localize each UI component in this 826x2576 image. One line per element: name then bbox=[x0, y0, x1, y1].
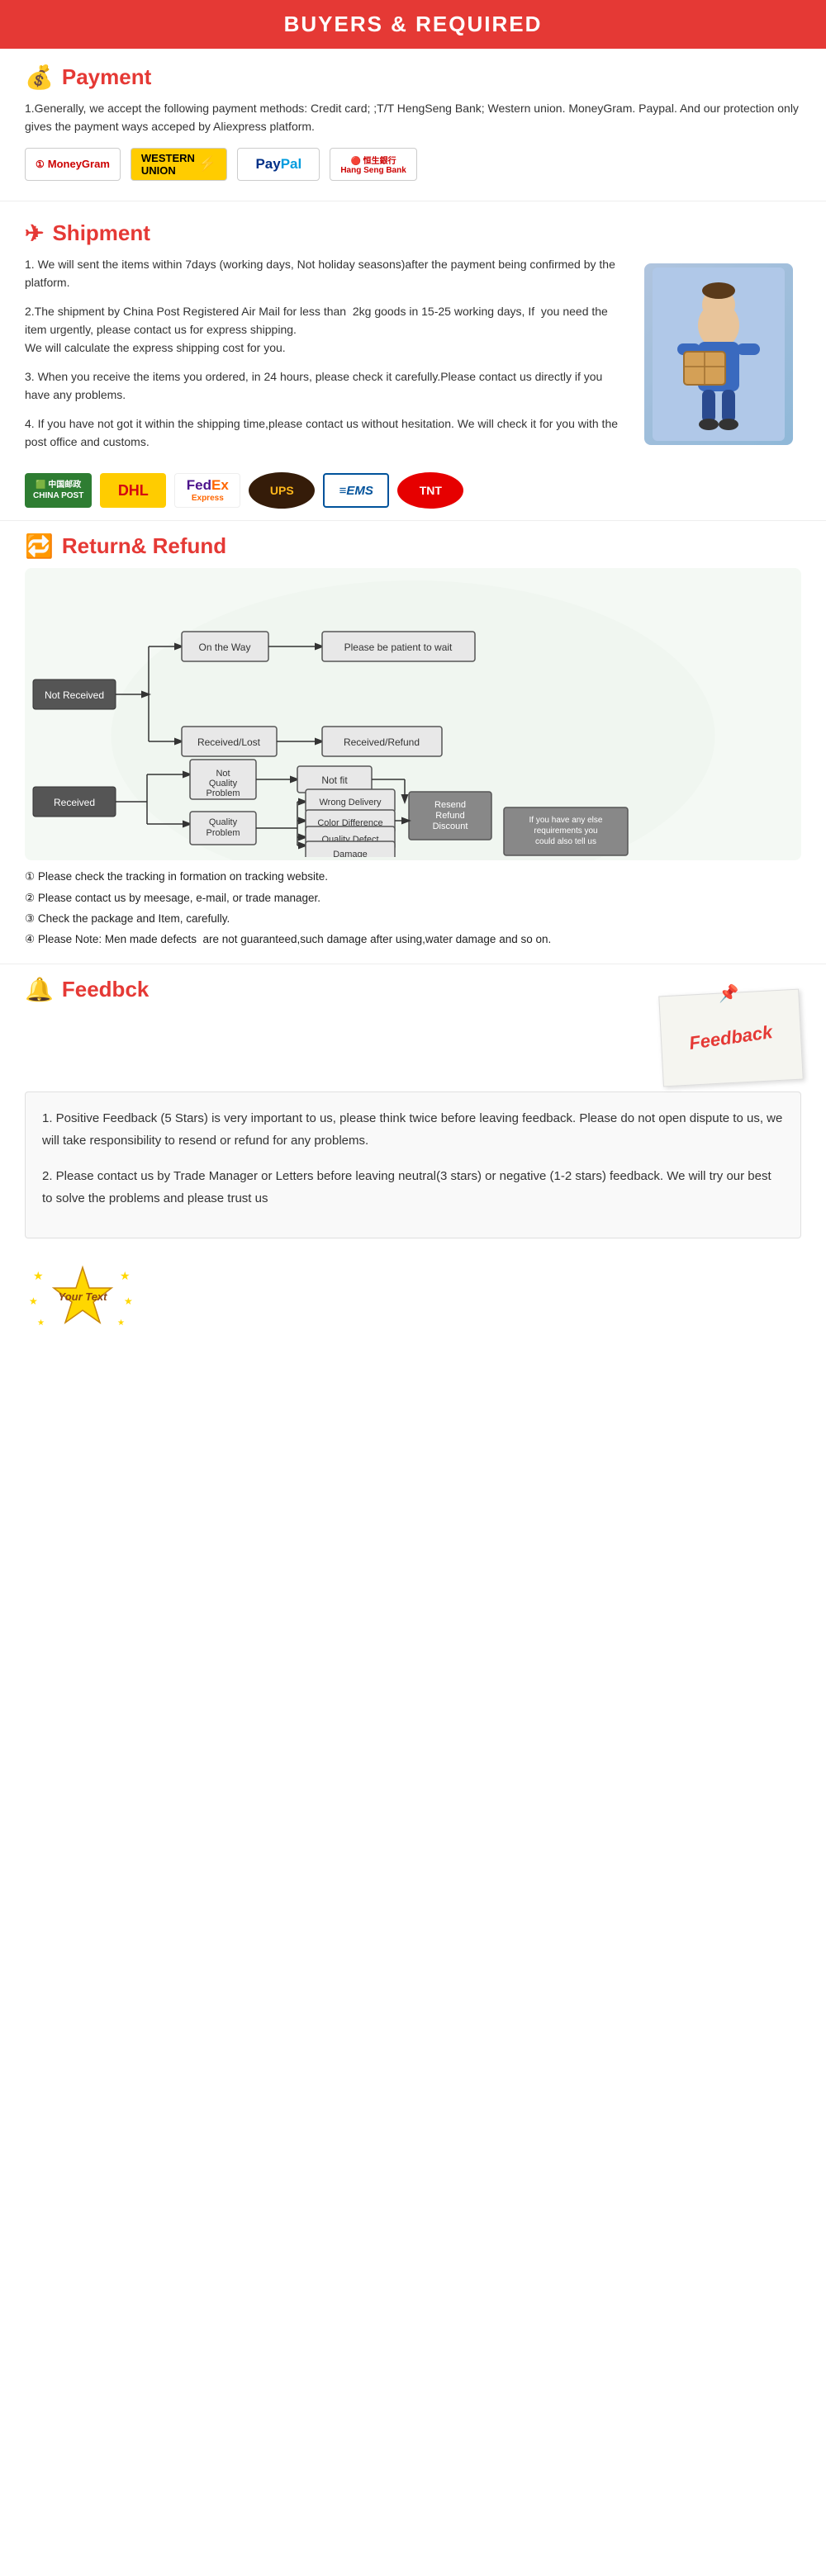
svg-text:Quality: Quality bbox=[209, 779, 238, 788]
feedback-content: 1. Positive Feedback (5 Stars) is very i… bbox=[25, 1091, 801, 1238]
svg-text:Wrong Delivery: Wrong Delivery bbox=[320, 798, 382, 807]
svg-text:Your Text: Your Text bbox=[59, 1290, 108, 1303]
ups-logo: UPS bbox=[249, 472, 315, 509]
svg-text:Received: Received bbox=[54, 797, 95, 808]
svg-text:★: ★ bbox=[124, 1295, 133, 1307]
pin-icon: 📌 bbox=[718, 983, 739, 1005]
moneygram-logo: ① MoneyGram bbox=[25, 148, 121, 181]
shipment-para-2: 2.The shipment by China Post Registered … bbox=[25, 302, 628, 358]
svg-text:Received/Refund: Received/Refund bbox=[344, 736, 420, 748]
svg-text:★: ★ bbox=[120, 1269, 131, 1282]
payment-logos: ① MoneyGram WESTERNUNION ⚡ PayPal 🔴 恒生銀行… bbox=[25, 148, 801, 181]
svg-text:If you have any else: If you have any else bbox=[529, 816, 603, 825]
svg-text:On the Way: On the Way bbox=[199, 642, 251, 653]
payment-icon: 💰 bbox=[25, 64, 54, 91]
page-header: BUYERS & REQUIRED bbox=[0, 0, 826, 49]
tnt-logo: TNT bbox=[397, 472, 463, 509]
feedback-title-wrapper: 🔔 Feedbck bbox=[25, 976, 149, 1011]
refund-notes: ① Please check the tracking in formation… bbox=[25, 869, 801, 948]
hangseng-logo: 🔴 恒生銀行Hang Seng Bank bbox=[330, 148, 416, 181]
dhl-logo: DHL bbox=[100, 473, 166, 508]
svg-text:Not: Not bbox=[216, 769, 230, 779]
feedback-section: 🔔 Feedbck 📌 Feedback 1. Positive Feedbac… bbox=[0, 968, 826, 1255]
refund-title: 🔁 Return& Refund bbox=[25, 533, 801, 560]
fedex-logo: FedEx Express bbox=[174, 473, 240, 508]
shipment-para-4: 4. If you have not got it within the shi… bbox=[25, 414, 628, 452]
refund-diagram: Not Received On the Way Please be patien… bbox=[25, 568, 801, 860]
svg-text:Received/Lost: Received/Lost bbox=[197, 736, 261, 748]
feedback-title-text: Feedbck bbox=[62, 977, 150, 1002]
feedback-header-row: 🔔 Feedbck 📌 Feedback bbox=[25, 976, 801, 1083]
gold-badge-wrapper: Your Text ★ ★ ★ ★ ★ ★ bbox=[0, 1255, 826, 1357]
paypal-logo: PayPal bbox=[237, 148, 320, 181]
shipment-person-image bbox=[644, 263, 793, 445]
payment-description: 1.Generally, we accept the following pay… bbox=[25, 99, 801, 136]
refund-note-1: ① Please check the tracking in formation… bbox=[25, 869, 801, 885]
gold-badge-container: Your Text ★ ★ ★ ★ ★ ★ bbox=[25, 1263, 140, 1341]
refund-icon: 🔁 bbox=[25, 533, 54, 560]
westernunion-logo: WESTERNUNION ⚡ bbox=[131, 148, 227, 181]
svg-text:Damage: Damage bbox=[333, 850, 368, 857]
shipment-content: 1. We will sent the items within 7days (… bbox=[25, 255, 801, 462]
svg-text:Please be patient to wait: Please be patient to wait bbox=[344, 642, 453, 653]
header-title: BUYERS & REQUIRED bbox=[284, 12, 543, 36]
svg-text:Not Received: Not Received bbox=[45, 689, 104, 701]
refund-note-2: ② Please contact us by meesage, e-mail, … bbox=[25, 890, 801, 907]
refund-section: 🔁 Return& Refund Not Received On the Way bbox=[0, 524, 826, 960]
feedback-para-2: 2. Please contact us by Trade Manager or… bbox=[42, 1165, 784, 1210]
shipment-para-3: 3. When you receive the items you ordere… bbox=[25, 367, 628, 405]
refund-title-text: Return& Refund bbox=[62, 533, 226, 559]
shipment-title-text: Shipment bbox=[52, 220, 150, 246]
svg-text:requirements you: requirements you bbox=[534, 826, 597, 836]
shipment-para-1: 1. We will sent the items within 7days (… bbox=[25, 255, 628, 292]
shipment-text-column: 1. We will sent the items within 7days (… bbox=[25, 255, 636, 462]
svg-text:★: ★ bbox=[33, 1269, 44, 1282]
svg-text:★: ★ bbox=[117, 1319, 125, 1328]
chinapost-logo: 🟩 中国邮政CHINA POST bbox=[25, 473, 92, 508]
shipment-section: ✈ Shipment 1. We will sent the items wit… bbox=[0, 205, 826, 518]
refund-note-3: ③ Check the package and Item, carefully. bbox=[25, 911, 801, 927]
feedback-word: Feedback bbox=[688, 1021, 774, 1054]
svg-text:could also tell us: could also tell us bbox=[535, 837, 596, 846]
feedback-icon: 🔔 bbox=[25, 976, 54, 1003]
shipping-logos: 🟩 中国邮政CHINA POST DHL FedEx Express UPS ≡… bbox=[25, 472, 801, 509]
svg-text:Refund: Refund bbox=[435, 811, 464, 821]
payment-section: 💰 Payment 1.Generally, we accept the fol… bbox=[0, 49, 826, 197]
svg-text:Resend: Resend bbox=[434, 800, 466, 810]
refund-note-4: ④ Please Note: Men made defects are not … bbox=[25, 931, 801, 948]
feedback-para-1: 1. Positive Feedback (5 Stars) is very i… bbox=[42, 1107, 784, 1152]
svg-text:Problem: Problem bbox=[206, 828, 240, 838]
feedback-title: 🔔 Feedbck bbox=[25, 976, 149, 1003]
svg-text:Discount: Discount bbox=[433, 822, 468, 831]
svg-text:Problem: Problem bbox=[206, 788, 240, 798]
shipment-icon: ✈ bbox=[25, 220, 44, 247]
flowchart-svg: Not Received On the Way Please be patien… bbox=[25, 568, 801, 857]
payment-title-text: Payment bbox=[62, 64, 151, 90]
svg-text:Quality: Quality bbox=[209, 817, 238, 827]
svg-text:Not fit: Not fit bbox=[321, 774, 348, 786]
shipment-title: ✈ Shipment bbox=[25, 220, 801, 247]
payment-title: 💰 Payment bbox=[25, 64, 801, 91]
shipment-image-column bbox=[636, 255, 801, 462]
svg-text:★: ★ bbox=[29, 1295, 38, 1307]
gold-badge-svg: Your Text ★ ★ ★ ★ ★ ★ bbox=[25, 1263, 140, 1338]
svg-text:★: ★ bbox=[37, 1319, 45, 1328]
ems-logo: ≡EMS bbox=[323, 473, 389, 508]
feedback-note-card: 📌 Feedback bbox=[658, 989, 804, 1087]
delivery-person-svg bbox=[653, 268, 785, 441]
